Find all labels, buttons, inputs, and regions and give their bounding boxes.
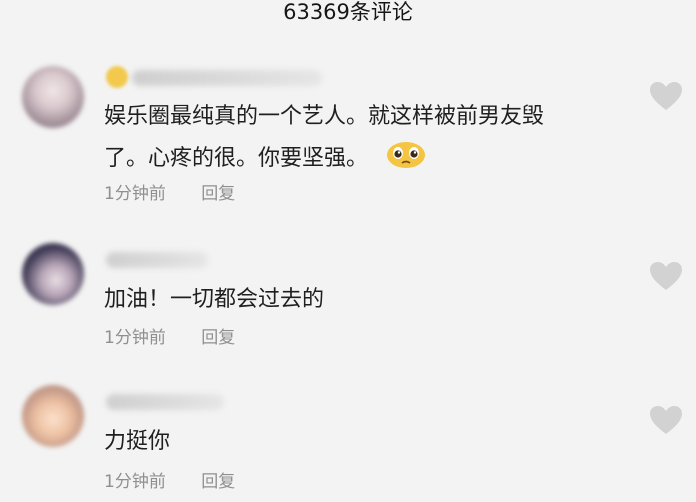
username-blurred[interactable] xyxy=(106,252,208,268)
comment-text-line: 力挺你 xyxy=(104,429,171,454)
comment-text-line: 加油！一切都会过去的 xyxy=(104,287,325,312)
heart-icon[interactable] xyxy=(648,404,684,436)
reply-button[interactable]: 回复 xyxy=(201,472,235,492)
user-badge-icon xyxy=(106,66,128,88)
heart-icon[interactable] xyxy=(648,80,684,112)
username-blurred[interactable] xyxy=(132,70,322,86)
comment-meta: 1分钟前 回复 xyxy=(104,472,235,492)
comment-text-line-2: 了。心疼的很。你要坚强。 xyxy=(104,146,369,171)
heart-icon[interactable] xyxy=(648,260,684,292)
avatar[interactable] xyxy=(22,385,84,447)
username-blurred[interactable] xyxy=(106,394,224,410)
reply-button[interactable]: 回复 xyxy=(201,328,235,348)
comment-meta: 1分钟前 回复 xyxy=(104,328,235,348)
avatar[interactable] xyxy=(22,66,84,128)
comment-count-title: 63369条评论 xyxy=(283,0,413,24)
avatar[interactable] xyxy=(22,243,84,305)
comment-time: 1分钟前 xyxy=(104,328,166,348)
comment-meta: 1分钟前 回复 xyxy=(104,184,235,204)
comment-time: 1分钟前 xyxy=(104,184,166,204)
comment-text-line: 了。心疼的很。你要坚强。 xyxy=(104,139,427,179)
comment-text-line: 娱乐圈最纯真的一个艺人。就这样被前男友毁 xyxy=(104,104,545,129)
pleading-face-icon xyxy=(385,139,427,179)
comment-time: 1分钟前 xyxy=(104,472,166,492)
reply-button[interactable]: 回复 xyxy=(201,184,235,204)
